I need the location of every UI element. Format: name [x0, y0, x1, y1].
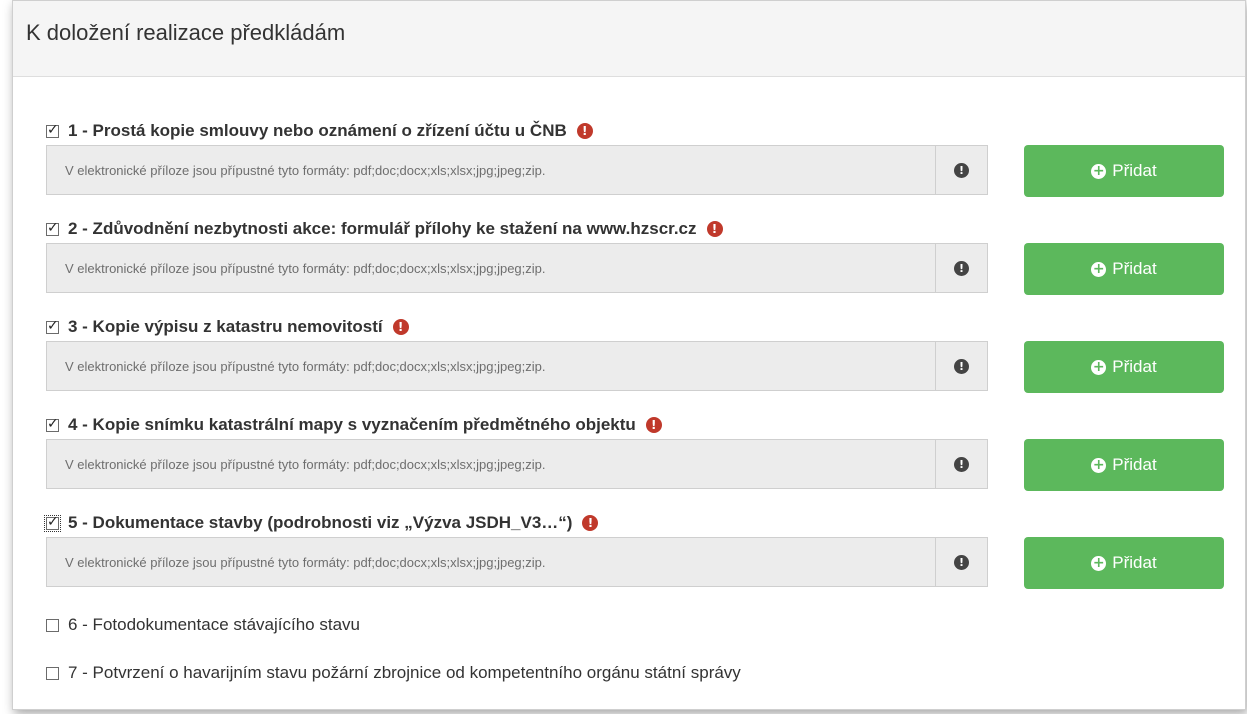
file-format-info: V elektronické příloze jsou přípustné ty… [65, 358, 546, 374]
check-icon: ✓ [47, 414, 59, 431]
file-info-addon: ! [935, 244, 987, 292]
add-file-button[interactable]: + Přidat [1024, 145, 1224, 197]
attachment-label: 3 - Kopie výpisu z katastru nemovitostí [68, 317, 383, 336]
attachment-label-row: 7 - Potvrzení o havarijním stavu požární… [46, 661, 1226, 685]
attachment-checkbox[interactable]: ✓ [46, 219, 59, 236]
exclamation-circle-icon: ! [706, 221, 723, 237]
attachment-label: 5 - Dokumentace stavby (podrobnosti viz … [68, 513, 573, 532]
attachment-label-row: ✓ 4 - Kopie snímku katastrální mapy s vy… [46, 413, 1226, 437]
attachment-item-5: ✓ 5 - Dokumentace stavby (podrobnosti vi… [44, 511, 1226, 589]
attachment-label-row: ✓ 2 - Zdůvodnění nezbytnosti akce: formu… [46, 217, 1226, 241]
attachment-label-row: ✓ 5 - Dokumentace stavby (podrobnosti vi… [44, 511, 1226, 535]
add-file-button[interactable]: + Přidat [1024, 243, 1224, 295]
plus-circle-icon: + [1091, 162, 1107, 179]
attachment-label-row: 6 - Fotodokumentace stávajícího stavu [46, 613, 1226, 637]
file-row: V elektronické příloze jsou přípustné ty… [46, 341, 1226, 393]
attachment-label-row: ✓ 1 - Prostá kopie smlouvy nebo oznámení… [46, 119, 1226, 143]
file-info-addon: ! [935, 538, 987, 586]
file-row: V elektronické příloze jsou přípustné ty… [46, 439, 1226, 491]
add-file-button[interactable]: + Přidat [1024, 341, 1224, 393]
file-info-addon: ! [935, 342, 987, 390]
add-button-label: Přidat [1112, 259, 1157, 278]
attachment-checkbox[interactable]: ✓ [44, 513, 61, 532]
attachment-checkbox[interactable] [46, 618, 59, 632]
attachment-item-1: ✓ 1 - Prostá kopie smlouvy nebo oznámení… [46, 119, 1226, 197]
exclamation-circle-icon: ! [954, 260, 969, 276]
exclamation-circle-icon: ! [954, 554, 969, 570]
exclamation-circle-icon: ! [954, 162, 969, 178]
check-icon: ✓ [47, 316, 59, 333]
file-row: V elektronické příloze jsou přípustné ty… [46, 145, 1226, 197]
attachment-label: 2 - Zdůvodnění nezbytnosti akce: formulá… [68, 219, 697, 238]
file-input[interactable]: V elektronické příloze jsou přípustné ty… [46, 537, 988, 587]
check-icon: ✓ [47, 512, 59, 529]
exclamation-circle-icon: ! [576, 123, 593, 139]
attachment-checkbox[interactable]: ✓ [46, 317, 59, 334]
file-input[interactable]: V elektronické příloze jsou přípustné ty… [46, 243, 988, 293]
panel-title: K doložení realizace předkládám [26, 20, 346, 45]
plus-circle-icon: + [1091, 456, 1107, 473]
attachment-checkbox[interactable]: ✓ [46, 415, 59, 432]
attachments-panel: K doložení realizace předkládám ✓ 1 - Pr… [12, 0, 1246, 710]
attachment-item-7: 7 - Potvrzení o havarijním stavu požární… [46, 661, 1226, 685]
exclamation-circle-icon: ! [392, 319, 409, 335]
file-info-addon: ! [935, 146, 987, 194]
check-icon: ✓ [47, 218, 59, 235]
attachment-label: 6 - Fotodokumentace stávajícího stavu [68, 615, 360, 634]
file-row: V elektronické příloze jsou přípustné ty… [46, 243, 1226, 295]
file-input[interactable]: V elektronické příloze jsou přípustné ty… [46, 439, 988, 489]
add-button-label: Přidat [1112, 357, 1157, 376]
plus-circle-icon: + [1091, 358, 1107, 375]
attachment-label: 4 - Kopie snímku katastrální mapy s vyzn… [68, 415, 636, 434]
attachment-item-2: ✓ 2 - Zdůvodnění nezbytnosti akce: formu… [46, 217, 1226, 295]
file-input[interactable]: V elektronické příloze jsou přípustné ty… [46, 145, 988, 195]
attachment-item-6: 6 - Fotodokumentace stávajícího stavu [46, 613, 1226, 637]
attachment-label: 1 - Prostá kopie smlouvy nebo oznámení o… [68, 121, 567, 140]
add-file-button[interactable]: + Přidat [1024, 439, 1224, 491]
exclamation-circle-icon: ! [582, 515, 599, 531]
attachment-checkbox[interactable] [46, 666, 59, 680]
add-button-label: Přidat [1112, 161, 1157, 180]
add-button-label: Přidat [1112, 553, 1157, 572]
file-format-info: V elektronické příloze jsou přípustné ty… [65, 162, 546, 178]
plus-circle-icon: + [1091, 260, 1107, 277]
exclamation-circle-icon: ! [954, 358, 969, 374]
exclamation-circle-icon: ! [954, 456, 969, 472]
check-icon: ✓ [47, 120, 59, 137]
attachment-label-row: ✓ 3 - Kopie výpisu z katastru nemovitost… [46, 315, 1226, 339]
file-row: V elektronické příloze jsou přípustné ty… [46, 537, 1226, 589]
file-format-info: V elektronické příloze jsou přípustné ty… [65, 456, 546, 472]
file-format-info: V elektronické příloze jsou přípustné ty… [65, 554, 546, 570]
attachment-item-4: ✓ 4 - Kopie snímku katastrální mapy s vy… [46, 413, 1226, 491]
file-info-addon: ! [935, 440, 987, 488]
attachment-checkbox[interactable]: ✓ [46, 121, 59, 138]
file-format-info: V elektronické příloze jsou přípustné ty… [65, 260, 546, 276]
file-input[interactable]: V elektronické příloze jsou přípustné ty… [46, 341, 988, 391]
add-file-button[interactable]: + Přidat [1024, 537, 1224, 589]
attachment-label: 7 - Potvrzení o havarijním stavu požární… [68, 663, 741, 682]
plus-circle-icon: + [1091, 554, 1107, 571]
attachment-item-3: ✓ 3 - Kopie výpisu z katastru nemovitost… [46, 315, 1226, 393]
exclamation-circle-icon: ! [645, 417, 662, 433]
add-button-label: Přidat [1112, 455, 1157, 474]
panel-header: K doložení realizace předkládám [13, 1, 1245, 77]
